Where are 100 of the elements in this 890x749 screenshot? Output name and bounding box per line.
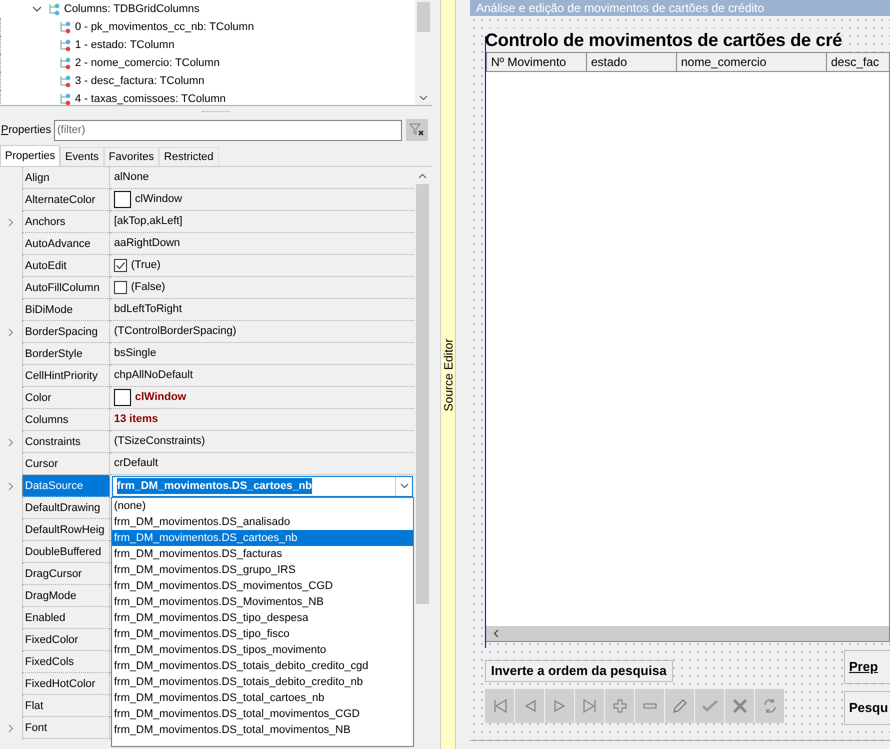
property-value[interactable]: alNone	[114, 169, 149, 186]
dropdown-option[interactable]: frm_DM_movimentos.DS_total_movimentos_CGD	[112, 706, 413, 722]
navigator-button[interactable]	[755, 689, 785, 723]
property-name[interactable]: DragMode	[22, 585, 110, 607]
property-name[interactable]: CellHintPriority	[22, 365, 110, 387]
property-name[interactable]: Color	[22, 387, 110, 409]
scrollbar-thumb[interactable]	[417, 2, 430, 32]
property-name[interactable]: DefaultDrawing	[22, 497, 110, 519]
properties-tab[interactable]: Events	[60, 147, 104, 166]
property-value[interactable]: [akTop,akLeft]	[114, 213, 182, 230]
navigator-button[interactable]	[575, 689, 605, 723]
scrollbar[interactable]	[415, 0, 432, 105]
dropdown-option[interactable]: frm_DM_movimentos.DS_tipo_despesa	[112, 610, 413, 626]
scroll-left-icon[interactable]	[493, 629, 499, 638]
chevron-down-icon[interactable]	[32, 5, 42, 13]
dropdown-option[interactable]: frm_DM_movimentos.DS_grupo_IRS	[112, 562, 413, 578]
navigator-button[interactable]	[485, 689, 515, 723]
property-name[interactable]: DefaultRowHeig	[22, 519, 110, 541]
property-value[interactable]: 13 items	[114, 411, 158, 428]
property-name[interactable]: Columns	[22, 409, 110, 431]
property-name[interactable]: FixedColor	[22, 629, 110, 651]
property-name[interactable]: Align	[22, 167, 110, 189]
property-name[interactable]: AlternateColor	[22, 189, 110, 211]
property-name[interactable]: Constraints	[22, 431, 110, 453]
tree-item[interactable]: 4 - taxas_comissoes: TColumn	[75, 90, 226, 105]
dropdown-option[interactable]: frm_DM_movimentos.DS_Movimentos_NB	[112, 594, 413, 610]
property-name[interactable]: Font	[22, 717, 110, 739]
action-button[interactable]: Pesqu	[844, 691, 890, 725]
tree-item[interactable]: 3 - desc_factura: TColumn	[75, 72, 204, 90]
dropdown-option[interactable]: frm_DM_movimentos.DS_totais_debito_credito_cgd	[112, 658, 413, 674]
property-name[interactable]: DataSource	[22, 475, 110, 497]
navigator-button[interactable]	[545, 689, 575, 723]
scroll-up-icon[interactable]	[418, 173, 427, 179]
scroll-down-icon[interactable]	[419, 95, 428, 101]
dropdown-option[interactable]: frm_DM_movimentos.DS_tipo_fisco	[112, 626, 413, 642]
dropdown-option[interactable]: (none)	[112, 498, 413, 514]
navigator-button[interactable]	[665, 689, 695, 723]
property-name[interactable]: AutoEdit	[22, 255, 110, 277]
properties-tab[interactable]: Restricted	[159, 147, 219, 166]
tree-item[interactable]: 1 - estado: TColumn	[75, 36, 174, 54]
tree-item[interactable]: 0 - pk_movimentos_cc_nb: TColumn	[75, 18, 254, 36]
property-name[interactable]: Cursor	[22, 453, 110, 475]
property-value[interactable]: clWindow	[135, 191, 182, 208]
column-header[interactable]: nome_comercio	[677, 53, 827, 72]
navigator-button[interactable]	[695, 689, 725, 723]
property-value[interactable]: clWindow	[135, 389, 186, 406]
action-button[interactable]: Prep	[844, 650, 890, 684]
property-value[interactable]: chpAllNoDefault	[114, 367, 193, 384]
expand-icon[interactable]	[8, 218, 14, 226]
property-value[interactable]: (True)	[131, 257, 161, 274]
checkbox[interactable]	[114, 259, 127, 272]
dropdown-option[interactable]: frm_DM_movimentos.DS_total_movimentos_NB	[112, 722, 413, 738]
property-name[interactable]: Anchors	[22, 211, 110, 233]
invert-order-button[interactable]: Inverte a ordem da pesquisa	[485, 660, 673, 682]
expand-icon[interactable]	[8, 724, 14, 732]
horizontal-scrollbar[interactable]	[486, 626, 889, 641]
navigator-button[interactable]	[515, 689, 545, 723]
source-editor-tab[interactable]: Source Editor	[440, 0, 456, 749]
property-value[interactable]: (False)	[131, 279, 166, 296]
property-value[interactable]: (TSizeConstraints)	[114, 433, 206, 450]
dropdown-option[interactable]: frm_DM_movimentos.DS_totais_debito_credito_nb	[112, 674, 413, 690]
property-value[interactable]: bdLeftToRight	[114, 301, 182, 318]
dropdown-option[interactable]: frm_DM_movimentos.DS_total_cartoes_nb	[112, 690, 413, 706]
dropdown-option[interactable]: frm_DM_movimentos.DS_facturas	[112, 546, 413, 562]
property-name[interactable]: FixedCols	[22, 651, 110, 673]
expand-icon[interactable]	[8, 482, 14, 490]
property-value[interactable]: crDefault	[114, 455, 158, 472]
navigator-button[interactable]	[605, 689, 635, 723]
property-name[interactable]: Enabled	[22, 607, 110, 629]
property-name[interactable]: AutoAdvance	[22, 233, 110, 255]
dropdown-option[interactable]: frm_DM_movimentos.DS_tipos_movimento	[112, 642, 413, 658]
column-header[interactable]: Nº Movimento	[487, 53, 587, 72]
navigator-button[interactable]	[635, 689, 665, 723]
checkbox[interactable]	[114, 281, 127, 294]
dropdown-option[interactable]: frm_DM_movimentos.DS_cartoes_nb	[112, 530, 413, 546]
property-value[interactable]: (TControlBorderSpacing)	[114, 323, 236, 340]
filter-field[interactable]: (filter)	[54, 120, 402, 140]
column-header[interactable]: estado	[587, 53, 677, 72]
dropdown-option[interactable]: frm_DM_movimentos.DS_movimentos_CGD	[112, 578, 413, 594]
scrollbar-thumb[interactable]	[416, 184, 429, 604]
property-value[interactable]: bsSingle	[114, 345, 156, 362]
tree-item[interactable]: 2 - nome_comercio: TColumn	[75, 54, 220, 72]
property-name[interactable]: FixedHotColor	[22, 673, 110, 695]
property-name[interactable]: BorderSpacing	[22, 321, 110, 343]
property-value[interactable]: aaRightDown	[114, 235, 180, 252]
property-name[interactable]: DragCursor	[22, 563, 110, 585]
properties-tab[interactable]: Properties	[0, 145, 60, 166]
tree-item[interactable]: Columns: TDBGridColumns	[64, 0, 200, 18]
datasource-combobox[interactable]: frm_DM_movimentos.DS_cartoes_nb	[112, 476, 413, 496]
clear-filter-button[interactable]	[406, 119, 428, 141]
navigator-button[interactable]	[725, 689, 755, 723]
property-name[interactable]: BiDiMode	[22, 299, 110, 321]
property-name[interactable]: BorderStyle	[22, 343, 110, 365]
expand-icon[interactable]	[8, 328, 14, 336]
properties-tab[interactable]: Favorites	[104, 147, 160, 166]
expand-icon[interactable]	[8, 438, 14, 446]
dropdown-option[interactable]: frm_DM_movimentos.DS_analisado	[112, 514, 413, 530]
property-name[interactable]: AutoFillColumn	[22, 277, 110, 299]
property-name[interactable]: Flat	[22, 695, 110, 717]
property-name[interactable]: DoubleBuffered	[22, 541, 110, 563]
